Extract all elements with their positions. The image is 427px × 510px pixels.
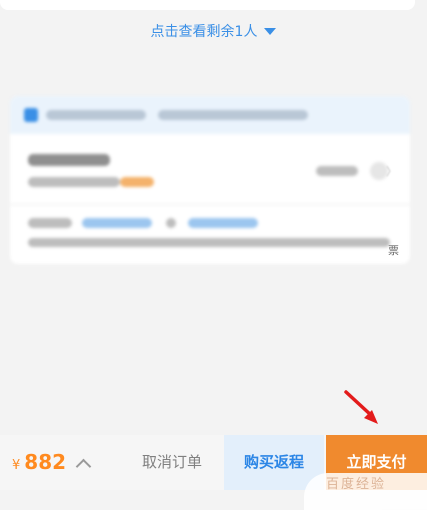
blurred-text (28, 154, 110, 166)
blurred-info-card (10, 96, 410, 264)
blurred-text (166, 218, 176, 228)
info-card-header (10, 96, 410, 134)
currency-symbol: ¥ (12, 458, 21, 473)
blurred-text (46, 110, 146, 120)
blurred-text (82, 218, 152, 228)
total-price[interactable]: ¥ 882 (12, 450, 92, 477)
blurred-text (28, 218, 72, 228)
divider (10, 204, 410, 205)
red-arrow-icon (344, 390, 378, 424)
view-more-label: 点击查看剩余1人 (150, 24, 258, 40)
blurred-text (316, 166, 358, 176)
blurred-text (188, 218, 258, 228)
chevron-right-icon: 〉 (386, 165, 397, 178)
price-amount: 882 (24, 450, 67, 474)
blurred-text (158, 110, 308, 120)
blurred-text (28, 238, 390, 247)
watermark-text: 百度经验 (326, 477, 387, 492)
chevron-up-icon[interactable] (75, 458, 92, 475)
receipt-label: 票 (388, 244, 399, 257)
blurred-text (120, 177, 154, 187)
cancel-order-button[interactable]: 取消订单 (128, 435, 216, 490)
watermark: 百度经验 (296, 465, 427, 510)
view-remaining-passengers-link[interactable]: 点击查看剩余1人 (0, 22, 427, 42)
previous-card-edge (0, 0, 415, 10)
blurred-text (28, 177, 120, 187)
checkbox-icon[interactable] (24, 108, 38, 122)
caret-down-icon (264, 27, 277, 35)
